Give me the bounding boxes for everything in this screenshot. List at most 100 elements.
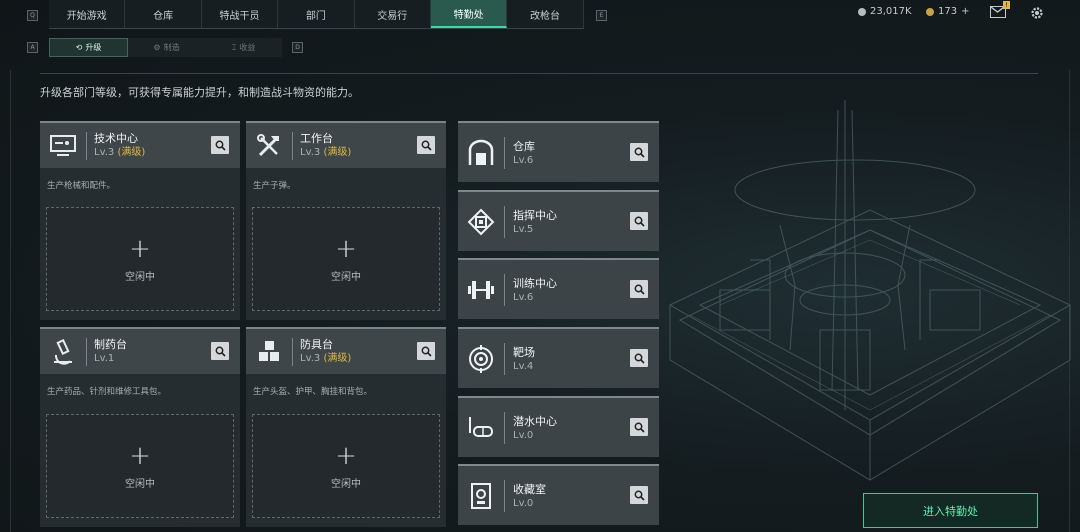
subtab-income[interactable]: ⌶ 收益 (205, 38, 282, 57)
page-description: 升级各部门等级，可获得专属能力提升，和制造战斗物资的能力。 (40, 86, 359, 99)
key-hint-e: E (596, 10, 607, 21)
warehouse-icon (458, 139, 504, 167)
top-navigation: 开始游戏 仓库 特战干员 部门 交易行 特勤处 改枪台 (49, 0, 584, 29)
separator (292, 337, 293, 366)
key-hint-d: D (292, 42, 303, 53)
search-icon[interactable] (211, 136, 229, 154)
facility-collection-room[interactable]: 收藏室 Lv.0 (458, 464, 659, 525)
search-icon[interactable] (417, 136, 435, 154)
card-workbench[interactable]: 工作台 Lv.3 (满级) 生产子弹。 + 空闲中 (246, 121, 446, 320)
slot-status: 空闲中 (331, 478, 361, 490)
search-icon[interactable] (630, 280, 648, 298)
income-icon: ⌶ (231, 42, 237, 52)
subtab-upgrade-label: 升级 (85, 43, 102, 52)
mail-badge: ! (1003, 1, 1010, 9)
tab-departments[interactable]: 部门 (278, 0, 355, 28)
tab-exchange[interactable]: 交易行 (355, 0, 431, 28)
production-slot[interactable]: + 空闲中 (46, 207, 234, 311)
currency-coins: 23,017K (858, 6, 912, 17)
level-value: Lv.3 (300, 353, 321, 364)
facility-name: 仓库 (513, 140, 535, 153)
tab-special-ops[interactable]: 特勤处 (430, 0, 508, 28)
separator (504, 479, 505, 512)
tickets-add[interactable]: + (961, 6, 969, 17)
production-slot[interactable]: + 空闲中 (46, 414, 234, 518)
key-hint-a: A (27, 42, 38, 53)
plus-icon: + (335, 440, 357, 471)
search-icon[interactable] (630, 212, 648, 230)
search-icon[interactable] (630, 418, 648, 436)
card-armor-bench[interactable]: 防具台 Lv.3 (满级) 生产头盔、护甲、胸挂和背包。 + 空闲中 (246, 327, 446, 527)
plus-icon: + (335, 233, 357, 264)
plus-icon: + (129, 440, 151, 471)
sub-navigation: ⟲ 升级 ⚙ 制造 ⌶ 收益 (49, 38, 282, 57)
facility-diving-center[interactable]: 潜水中心 Lv.0 (458, 396, 659, 457)
max-level-label: (满级) (323, 147, 352, 158)
ticket-icon (926, 7, 934, 16)
coin-icon (858, 7, 866, 16)
card-name: 制药台 (94, 338, 127, 351)
facility-shooting-range[interactable]: 靶场 Lv.4 (458, 327, 659, 388)
slot-status: 空闲中 (331, 271, 361, 283)
dumbbell-icon (458, 278, 504, 302)
key-hint-q: Q (27, 10, 38, 21)
search-icon[interactable] (211, 342, 229, 360)
tickets-value: 173 (938, 6, 958, 17)
facility-level: Lv.4 (513, 361, 534, 372)
chip-icon (458, 208, 504, 236)
production-slot[interactable]: + 空闲中 (252, 207, 440, 311)
slot-status: 空闲中 (125, 271, 155, 283)
tab-start-game[interactable]: 开始游戏 (49, 0, 126, 28)
left-frame-line (10, 70, 11, 532)
separator (504, 273, 505, 306)
collection-icon (458, 482, 504, 510)
facility-command-center[interactable]: 指挥中心 Lv.5 (458, 190, 659, 251)
production-slot[interactable]: + 空闲中 (252, 414, 440, 518)
card-description: 生产子弹。 (253, 181, 296, 191)
facility-level: Lv.5 (513, 224, 534, 235)
base-hologram-illustration (668, 100, 1072, 481)
tools-icon (246, 133, 292, 159)
search-icon[interactable] (630, 349, 648, 367)
facility-training-center[interactable]: 训练中心 Lv.6 (458, 258, 659, 319)
separator (292, 131, 293, 160)
level-value: Lv.3 (300, 147, 321, 158)
facility-level: Lv.0 (513, 498, 534, 509)
tab-gunsmith[interactable]: 改枪台 (507, 0, 584, 28)
subtab-craft-label: 制造 (163, 43, 180, 52)
search-icon[interactable] (417, 342, 435, 360)
separator (86, 337, 87, 366)
facility-name: 指挥中心 (513, 209, 557, 222)
settings-gear-icon[interactable] (1030, 6, 1044, 23)
separator (504, 342, 505, 375)
subtab-upgrade[interactable]: ⟲ 升级 (49, 38, 128, 57)
plus-icon: + (129, 233, 151, 264)
max-level-label: (满级) (117, 147, 146, 158)
card-name: 工作台 (300, 132, 333, 145)
enter-special-ops-button[interactable]: 进入特勤处 (863, 493, 1038, 528)
separator (504, 205, 505, 238)
tab-operators[interactable]: 特战干员 (202, 0, 279, 28)
separator (504, 136, 505, 169)
search-icon[interactable] (630, 143, 648, 161)
level-value: Lv.3 (94, 147, 115, 158)
currency-tickets[interactable]: 173 + (926, 6, 969, 17)
level-value: Lv.1 (94, 353, 115, 364)
search-icon[interactable] (630, 486, 648, 504)
facility-level: Lv.6 (513, 155, 534, 166)
mail-icon[interactable]: ! (990, 1, 1010, 18)
facility-name: 潜水中心 (513, 415, 557, 428)
dive-mask-icon (458, 415, 504, 441)
card-level: Lv.3 (满级) (300, 146, 351, 160)
facility-warehouse[interactable]: 仓库 Lv.6 (458, 121, 659, 182)
subtab-craft[interactable]: ⚙ 制造 (128, 38, 205, 57)
card-pharmacy[interactable]: 制药台 Lv.1 生产药品、针剂和维修工具包。 + 空闲中 (40, 327, 240, 527)
max-level-label: (满级) (323, 353, 352, 364)
facility-name: 收藏室 (513, 483, 546, 496)
coins-value: 23,017K (870, 6, 912, 17)
card-level: Lv.3 (满级) (300, 352, 351, 366)
craft-icon: ⚙ (153, 43, 161, 52)
card-level: Lv.1 (94, 352, 127, 366)
card-tech-center[interactable]: 技术中心 Lv.3 (满级) 生产枪械和配件。 + 空闲中 (40, 121, 240, 320)
tab-warehouse[interactable]: 仓库 (125, 0, 202, 28)
